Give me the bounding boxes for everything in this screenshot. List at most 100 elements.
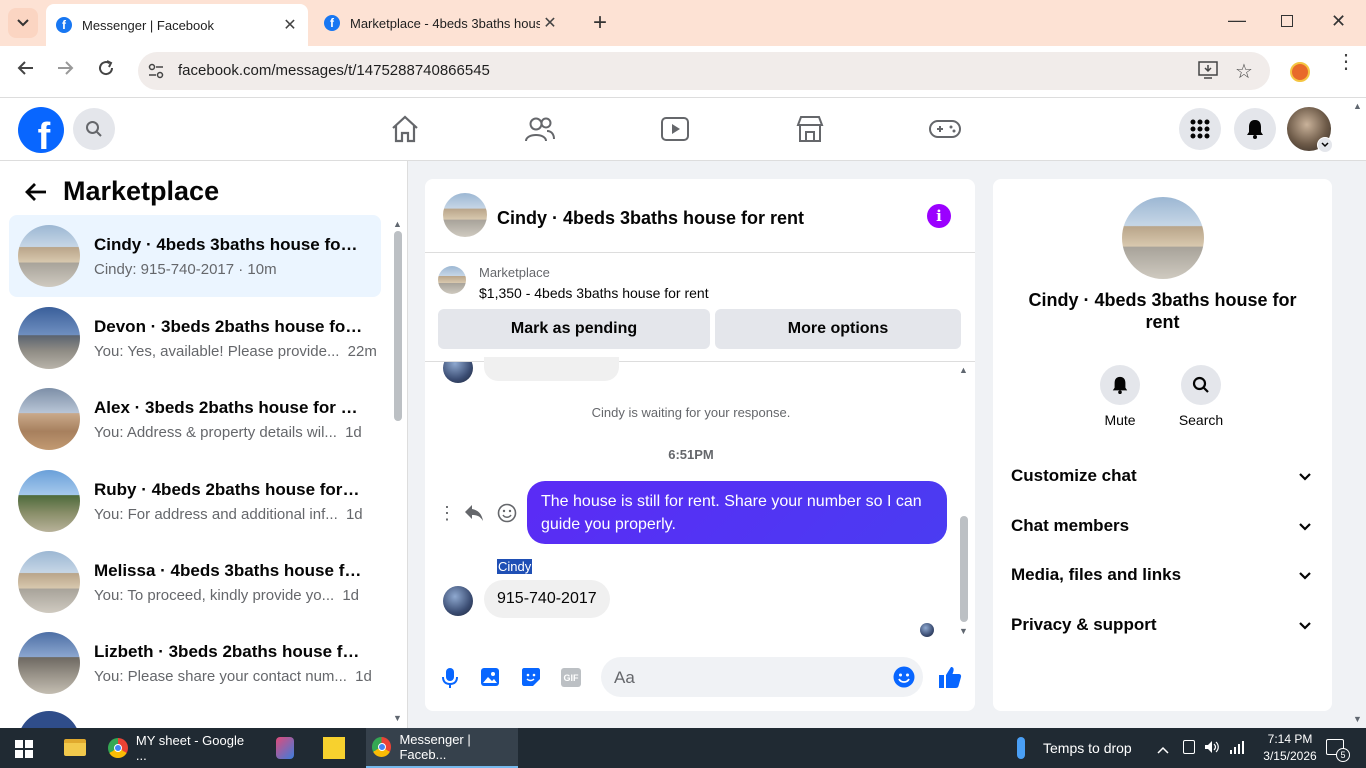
section-chat-members[interactable]: Chat members bbox=[1011, 516, 1311, 536]
nav-friends-icon[interactable] bbox=[525, 116, 555, 147]
forward-arrow-icon[interactable] bbox=[53, 59, 77, 83]
conversation-item[interactable]: Ruby · 4beds 2baths house for r... You: … bbox=[9, 460, 381, 542]
chevron-down-icon bbox=[17, 19, 29, 27]
page-scroll-up-icon[interactable]: ▲ bbox=[1353, 101, 1362, 111]
nav-video-icon[interactable] bbox=[660, 116, 690, 147]
sticker-icon[interactable] bbox=[521, 667, 541, 692]
info-icon[interactable]: i bbox=[927, 204, 951, 228]
facebook-favicon-icon: f bbox=[324, 15, 340, 31]
back-arrow-icon[interactable] bbox=[24, 181, 48, 208]
microphone-icon[interactable] bbox=[441, 667, 459, 694]
conversation-item[interactable]: Devon · 3beds 2baths house for ... You: … bbox=[9, 297, 381, 379]
facebook-logo[interactable]: f bbox=[18, 107, 64, 153]
conversation-name: Lizbeth · 3beds 2baths house for... bbox=[94, 641, 364, 661]
chat-title[interactable]: Cindy · 4beds 3baths house for rent bbox=[497, 208, 804, 229]
notifications-button[interactable] bbox=[1234, 108, 1276, 150]
taskbar-app-messenger[interactable]: Messenger | Faceb... bbox=[366, 728, 518, 768]
clock-time[interactable]: 7:14 PM bbox=[1260, 732, 1320, 746]
nav-marketplace-icon[interactable] bbox=[795, 115, 825, 148]
search-icon bbox=[86, 121, 102, 137]
close-tab-icon[interactable]: ✕ bbox=[540, 13, 560, 33]
bookmark-star-icon[interactable]: ☆ bbox=[1235, 59, 1253, 84]
tab-title: Marketplace - 4beds 3baths house bbox=[350, 15, 540, 31]
page-scroll-down-icon[interactable]: ▼ bbox=[1353, 714, 1362, 724]
snipping-tool-icon[interactable] bbox=[276, 737, 294, 759]
emoji-icon[interactable] bbox=[893, 666, 915, 693]
file-explorer-icon[interactable] bbox=[64, 739, 86, 756]
conversation-item[interactable]: Melissa · 4beds 3baths house fo... You: … bbox=[9, 541, 381, 623]
info-avatar[interactable] bbox=[1122, 197, 1204, 279]
weather-text: Temps to drop bbox=[1043, 740, 1132, 756]
message-bubble-partial bbox=[484, 357, 619, 381]
conversation-item[interactable]: Alex · 3beds 2baths house for rent You: … bbox=[9, 378, 381, 460]
scroll-up-arrow-icon[interactable]: ▲ bbox=[393, 219, 402, 229]
section-media-files-links[interactable]: Media, files and links bbox=[1011, 565, 1311, 585]
menu-grid-button[interactable] bbox=[1179, 108, 1221, 150]
sticky-notes-icon[interactable] bbox=[323, 737, 345, 759]
minimize-button[interactable]: — bbox=[1228, 10, 1246, 31]
outgoing-message-bubble[interactable]: The house is still for rent. Share your … bbox=[527, 481, 947, 544]
mute-label: Mute bbox=[1104, 412, 1136, 428]
photo-icon[interactable] bbox=[480, 667, 500, 692]
facebook-favicon-icon: f bbox=[56, 17, 72, 33]
chat-header-avatar[interactable] bbox=[443, 193, 487, 237]
close-tab-icon[interactable]: ✕ bbox=[280, 15, 300, 35]
new-tab-button[interactable]: + bbox=[590, 9, 610, 37]
react-emoji-icon[interactable] bbox=[497, 503, 517, 528]
volume-icon[interactable] bbox=[1204, 739, 1220, 760]
reload-icon[interactable] bbox=[94, 59, 118, 83]
extension-icon[interactable] bbox=[1290, 62, 1310, 82]
header-divider bbox=[425, 252, 975, 253]
more-options-button[interactable]: More options bbox=[715, 309, 961, 349]
mute-button[interactable] bbox=[1100, 365, 1140, 405]
windows-taskbar: MY sheet - Google ... Messenger | Faceb.… bbox=[0, 728, 1366, 768]
listing-source: Marketplace bbox=[479, 265, 550, 280]
install-app-icon[interactable] bbox=[1198, 61, 1218, 84]
browser-menu-icon[interactable]: ⋮ bbox=[1336, 52, 1356, 72]
close-window-button[interactable]: ✕ bbox=[1331, 11, 1346, 32]
scroll-down-arrow-icon[interactable]: ▼ bbox=[393, 713, 402, 723]
meet-now-icon[interactable] bbox=[1183, 740, 1195, 754]
scroll-down-arrow-icon[interactable]: ▼ bbox=[959, 626, 968, 636]
listing-title[interactable]: $1,350 - 4beds 3baths house for rent bbox=[479, 285, 709, 301]
reply-icon[interactable] bbox=[464, 504, 484, 527]
back-arrow-icon[interactable] bbox=[14, 59, 38, 83]
taskbar-app-label: MY sheet - Google ... bbox=[135, 733, 245, 763]
thermometer-icon bbox=[1017, 737, 1025, 759]
nav-home-icon[interactable] bbox=[390, 115, 420, 148]
gif-icon[interactable]: GIF bbox=[561, 668, 581, 687]
conversation-item[interactable]: Lizbeth · 3beds 2baths house for... You:… bbox=[9, 622, 381, 704]
weather-widget[interactable]: Temps to drop bbox=[1043, 728, 1132, 768]
search-button[interactable] bbox=[73, 108, 115, 150]
sidebar-scrollbar[interactable] bbox=[394, 231, 402, 421]
conversation-item[interactable]: Cindy · 4beds 3baths house for r... Cind… bbox=[9, 215, 381, 297]
incoming-message-bubble[interactable]: 915-740-2017 bbox=[484, 580, 610, 618]
tab-list-dropdown[interactable] bbox=[8, 8, 38, 38]
section-customize-chat[interactable]: Customize chat bbox=[1011, 466, 1311, 486]
chevron-down-icon bbox=[1299, 572, 1311, 580]
scroll-up-arrow-icon[interactable]: ▲ bbox=[959, 365, 968, 375]
site-settings-icon[interactable] bbox=[148, 63, 164, 84]
windows-start-icon[interactable] bbox=[15, 740, 33, 763]
conversation-name: Devon · 3beds 2baths house for ... bbox=[94, 316, 364, 336]
nav-gaming-icon[interactable] bbox=[928, 118, 962, 145]
address-bar[interactable]: facebook.com/messages/t/1475288740866545… bbox=[138, 52, 1270, 90]
chat-scrollbar[interactable] bbox=[960, 516, 968, 622]
account-chevron-icon[interactable] bbox=[1317, 137, 1333, 153]
like-thumbs-up-icon[interactable] bbox=[938, 665, 962, 694]
message-input[interactable]: Aa bbox=[601, 657, 923, 697]
section-privacy-support[interactable]: Privacy & support bbox=[1011, 615, 1311, 635]
mark-pending-button[interactable]: Mark as pending bbox=[438, 309, 710, 349]
search-in-chat-button[interactable] bbox=[1181, 365, 1221, 405]
message-more-icon[interactable]: ⋮ bbox=[438, 503, 456, 524]
conversation-name: Alex · 3beds 2baths house for rent bbox=[94, 397, 364, 417]
network-icon[interactable] bbox=[1229, 740, 1245, 759]
clock-date[interactable]: 3/15/2026 bbox=[1256, 749, 1324, 763]
sender-avatar[interactable] bbox=[443, 586, 473, 616]
conversation-preview: You: For address and additional inf... bbox=[94, 505, 338, 523]
tray-chevron-up-icon[interactable] bbox=[1157, 741, 1169, 759]
taskbar-app-sheets[interactable]: MY sheet - Google ... bbox=[108, 728, 258, 768]
tab-marketplace[interactable]: f Marketplace - 4beds 3baths house ✕ bbox=[314, 6, 576, 40]
restore-button[interactable] bbox=[1281, 15, 1293, 27]
tab-messenger[interactable]: f Messenger | Facebook ✕ bbox=[46, 4, 308, 46]
